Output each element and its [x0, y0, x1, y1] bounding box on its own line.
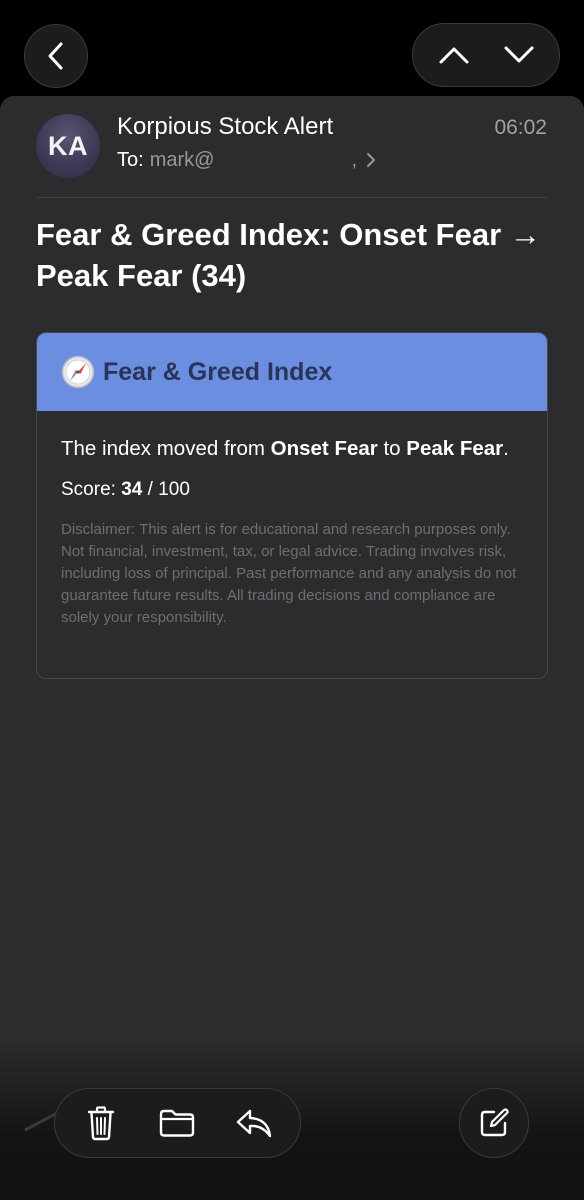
alert-card: Fear & Greed Index The index moved from … [36, 332, 548, 679]
trash-icon [87, 1106, 115, 1141]
delete-button[interactable] [71, 1093, 131, 1153]
to-state: Peak Fear [406, 437, 504, 460]
move-to-folder-button[interactable] [147, 1093, 207, 1153]
back-button[interactable] [24, 24, 88, 88]
top-bar [0, 0, 584, 96]
recipient-separator: , [351, 148, 357, 171]
score-label: Score: [61, 479, 122, 500]
message-subject: Fear & Greed Index: Onset Fear → Peak Fe… [36, 217, 541, 293]
reply-icon [236, 1109, 272, 1138]
previous-message-button[interactable] [428, 29, 480, 81]
movement-mid: to [377, 437, 407, 460]
movement-prefix: The index moved from [61, 437, 271, 460]
disclaimer-text: Disclaimer: This alert is for educationa… [61, 521, 517, 626]
bottom-toolbar [54, 1088, 301, 1158]
reply-button[interactable] [224, 1093, 284, 1153]
message-time: 06:02 [494, 116, 547, 139]
alert-card-header: Fear & Greed Index [37, 333, 547, 411]
from-state: Onset Fear [270, 437, 378, 460]
score-line: Score: 34 / 100 [61, 479, 523, 501]
alert-card-body: The index moved from Onset Fear to Peak … [37, 411, 547, 629]
chevron-left-icon [48, 42, 63, 70]
chevron-right-icon[interactable] [365, 151, 377, 169]
chevron-up-icon [439, 47, 468, 64]
to-label: To: [117, 148, 144, 171]
recipient-row[interactable]: To: mark@ , [117, 146, 377, 174]
movement-suffix: . [503, 437, 509, 460]
chevron-down-icon [504, 46, 533, 63]
sender-name[interactable]: Korpious Stock Alert [117, 113, 333, 141]
compass-icon [61, 355, 95, 389]
compose-button[interactable] [459, 1088, 529, 1158]
score-max: / 100 [142, 479, 190, 500]
compose-icon [480, 1108, 509, 1137]
alert-card-title: Fear & Greed Index [103, 357, 333, 386]
redaction-block [214, 148, 350, 172]
message-navigation [412, 23, 560, 87]
folder-icon [160, 1109, 195, 1137]
sender-avatar[interactable]: KA [36, 114, 100, 178]
header-divider [36, 197, 548, 198]
index-movement-text: The index moved from Onset Fear to Peak … [61, 435, 523, 463]
next-message-button[interactable] [493, 29, 545, 81]
recipient-address[interactable]: mark@ [150, 149, 215, 172]
score-value: 34 [121, 479, 143, 500]
